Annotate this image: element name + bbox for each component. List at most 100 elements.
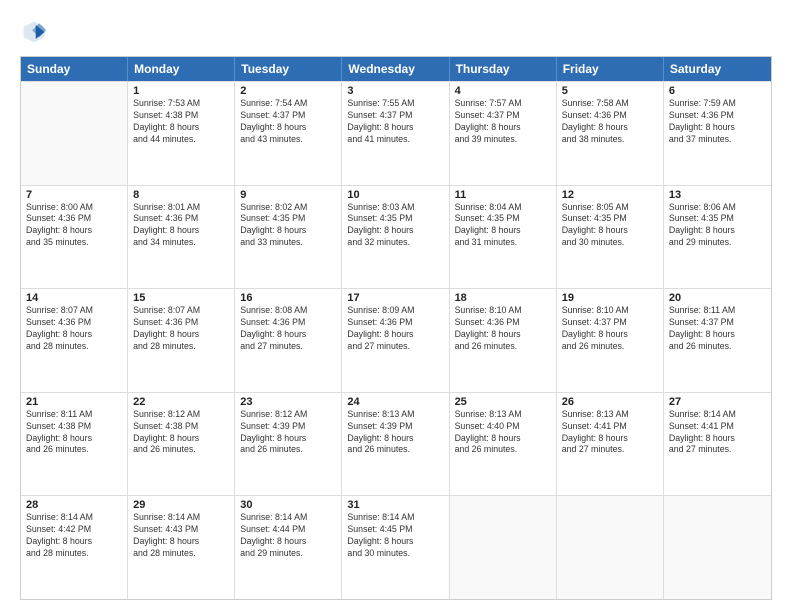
- day-number: 5: [562, 85, 658, 97]
- cell-info-line: Daylight: 8 hours: [455, 225, 551, 237]
- day-number: 2: [240, 85, 336, 97]
- cell-info-line: Sunrise: 8:13 AM: [455, 409, 551, 421]
- cell-info-line: Sunset: 4:41 PM: [669, 421, 766, 433]
- cell-info-line: Sunset: 4:35 PM: [562, 213, 658, 225]
- cell-info-line: and 26 minutes.: [347, 444, 443, 456]
- calendar-cell: 2Sunrise: 7:54 AMSunset: 4:37 PMDaylight…: [235, 82, 342, 185]
- calendar-header-cell: Thursday: [450, 57, 557, 81]
- cell-info-line: Sunset: 4:43 PM: [133, 524, 229, 536]
- cell-info-line: Sunset: 4:36 PM: [26, 213, 122, 225]
- calendar-cell: 13Sunrise: 8:06 AMSunset: 4:35 PMDayligh…: [664, 186, 771, 289]
- calendar-cell: 30Sunrise: 8:14 AMSunset: 4:44 PMDayligh…: [235, 496, 342, 599]
- calendar-cell: 14Sunrise: 8:07 AMSunset: 4:36 PMDayligh…: [21, 289, 128, 392]
- cell-info-line: Sunrise: 8:10 AM: [455, 305, 551, 317]
- day-number: 17: [347, 292, 443, 304]
- cell-info-line: Sunset: 4:36 PM: [562, 110, 658, 122]
- cell-info-line: Sunrise: 8:10 AM: [562, 305, 658, 317]
- cell-info-line: and 30 minutes.: [562, 237, 658, 249]
- cell-info-line: Sunrise: 8:02 AM: [240, 202, 336, 214]
- cell-info-line: and 39 minutes.: [455, 134, 551, 146]
- day-number: 27: [669, 396, 766, 408]
- cell-info-line: Sunrise: 8:14 AM: [347, 512, 443, 524]
- day-number: 8: [133, 189, 229, 201]
- calendar-cell: 9Sunrise: 8:02 AMSunset: 4:35 PMDaylight…: [235, 186, 342, 289]
- cell-info-line: Sunset: 4:39 PM: [240, 421, 336, 433]
- cell-info-line: and 26 minutes.: [26, 444, 122, 456]
- cell-info-line: Sunset: 4:38 PM: [133, 421, 229, 433]
- calendar-header-cell: Monday: [128, 57, 235, 81]
- day-number: 18: [455, 292, 551, 304]
- day-number: 23: [240, 396, 336, 408]
- calendar-cell: 15Sunrise: 8:07 AMSunset: 4:36 PMDayligh…: [128, 289, 235, 392]
- calendar-cell: [450, 496, 557, 599]
- calendar-cell: 21Sunrise: 8:11 AMSunset: 4:38 PMDayligh…: [21, 393, 128, 496]
- calendar-cell: [557, 496, 664, 599]
- cell-info-line: Daylight: 8 hours: [133, 329, 229, 341]
- day-number: 29: [133, 499, 229, 511]
- calendar-header-cell: Wednesday: [342, 57, 449, 81]
- cell-info-line: and 26 minutes.: [562, 341, 658, 353]
- cell-info-line: Sunrise: 8:08 AM: [240, 305, 336, 317]
- cell-info-line: and 28 minutes.: [26, 341, 122, 353]
- calendar-row: 1Sunrise: 7:53 AMSunset: 4:38 PMDaylight…: [21, 81, 771, 185]
- cell-info-line: Sunrise: 8:04 AM: [455, 202, 551, 214]
- cell-info-line: and 29 minutes.: [240, 548, 336, 560]
- cell-info-line: and 28 minutes.: [26, 548, 122, 560]
- cell-info-line: Sunrise: 8:07 AM: [26, 305, 122, 317]
- cell-info-line: Daylight: 8 hours: [347, 122, 443, 134]
- cell-info-line: Sunrise: 8:01 AM: [133, 202, 229, 214]
- calendar-cell: 24Sunrise: 8:13 AMSunset: 4:39 PMDayligh…: [342, 393, 449, 496]
- calendar-cell: 12Sunrise: 8:05 AMSunset: 4:35 PMDayligh…: [557, 186, 664, 289]
- cell-info-line: Sunrise: 8:12 AM: [133, 409, 229, 421]
- day-number: 26: [562, 396, 658, 408]
- cell-info-line: Daylight: 8 hours: [669, 122, 766, 134]
- cell-info-line: Daylight: 8 hours: [26, 536, 122, 548]
- cell-info-line: Sunset: 4:37 PM: [562, 317, 658, 329]
- cell-info-line: Sunrise: 8:09 AM: [347, 305, 443, 317]
- day-number: 31: [347, 499, 443, 511]
- cell-info-line: Daylight: 8 hours: [240, 225, 336, 237]
- cell-info-line: Sunrise: 7:53 AM: [133, 98, 229, 110]
- cell-info-line: Daylight: 8 hours: [455, 122, 551, 134]
- calendar-header-cell: Sunday: [21, 57, 128, 81]
- calendar-header-cell: Friday: [557, 57, 664, 81]
- cell-info-line: Sunrise: 8:07 AM: [133, 305, 229, 317]
- calendar-cell: 3Sunrise: 7:55 AMSunset: 4:37 PMDaylight…: [342, 82, 449, 185]
- cell-info-line: Sunrise: 8:13 AM: [347, 409, 443, 421]
- cell-info-line: Sunset: 4:38 PM: [26, 421, 122, 433]
- cell-info-line: Daylight: 8 hours: [240, 536, 336, 548]
- calendar-cell: 7Sunrise: 8:00 AMSunset: 4:36 PMDaylight…: [21, 186, 128, 289]
- day-number: 30: [240, 499, 336, 511]
- calendar-row: 21Sunrise: 8:11 AMSunset: 4:38 PMDayligh…: [21, 392, 771, 496]
- day-number: 16: [240, 292, 336, 304]
- cell-info-line: Daylight: 8 hours: [562, 122, 658, 134]
- cell-info-line: Daylight: 8 hours: [240, 122, 336, 134]
- cell-info-line: Sunrise: 7:57 AM: [455, 98, 551, 110]
- cell-info-line: Daylight: 8 hours: [26, 433, 122, 445]
- day-number: 21: [26, 396, 122, 408]
- cell-info-line: Sunrise: 8:14 AM: [240, 512, 336, 524]
- cell-info-line: and 27 minutes.: [562, 444, 658, 456]
- cell-info-line: Daylight: 8 hours: [669, 225, 766, 237]
- calendar-cell: 26Sunrise: 8:13 AMSunset: 4:41 PMDayligh…: [557, 393, 664, 496]
- day-number: 11: [455, 189, 551, 201]
- cell-info-line: Sunset: 4:42 PM: [26, 524, 122, 536]
- day-number: 24: [347, 396, 443, 408]
- logo: [20, 18, 52, 46]
- day-number: 19: [562, 292, 658, 304]
- page: SundayMondayTuesdayWednesdayThursdayFrid…: [0, 0, 792, 612]
- day-number: 1: [133, 85, 229, 97]
- day-number: 7: [26, 189, 122, 201]
- calendar-cell: 11Sunrise: 8:04 AMSunset: 4:35 PMDayligh…: [450, 186, 557, 289]
- day-number: 15: [133, 292, 229, 304]
- cell-info-line: and 27 minutes.: [669, 444, 766, 456]
- cell-info-line: and 29 minutes.: [669, 237, 766, 249]
- cell-info-line: and 30 minutes.: [347, 548, 443, 560]
- calendar-cell: 1Sunrise: 7:53 AMSunset: 4:38 PMDaylight…: [128, 82, 235, 185]
- cell-info-line: Sunset: 4:36 PM: [455, 317, 551, 329]
- calendar-cell: 18Sunrise: 8:10 AMSunset: 4:36 PMDayligh…: [450, 289, 557, 392]
- cell-info-line: Sunrise: 7:58 AM: [562, 98, 658, 110]
- calendar-cell: [21, 82, 128, 185]
- cell-info-line: Sunrise: 8:14 AM: [133, 512, 229, 524]
- cell-info-line: Sunset: 4:37 PM: [455, 110, 551, 122]
